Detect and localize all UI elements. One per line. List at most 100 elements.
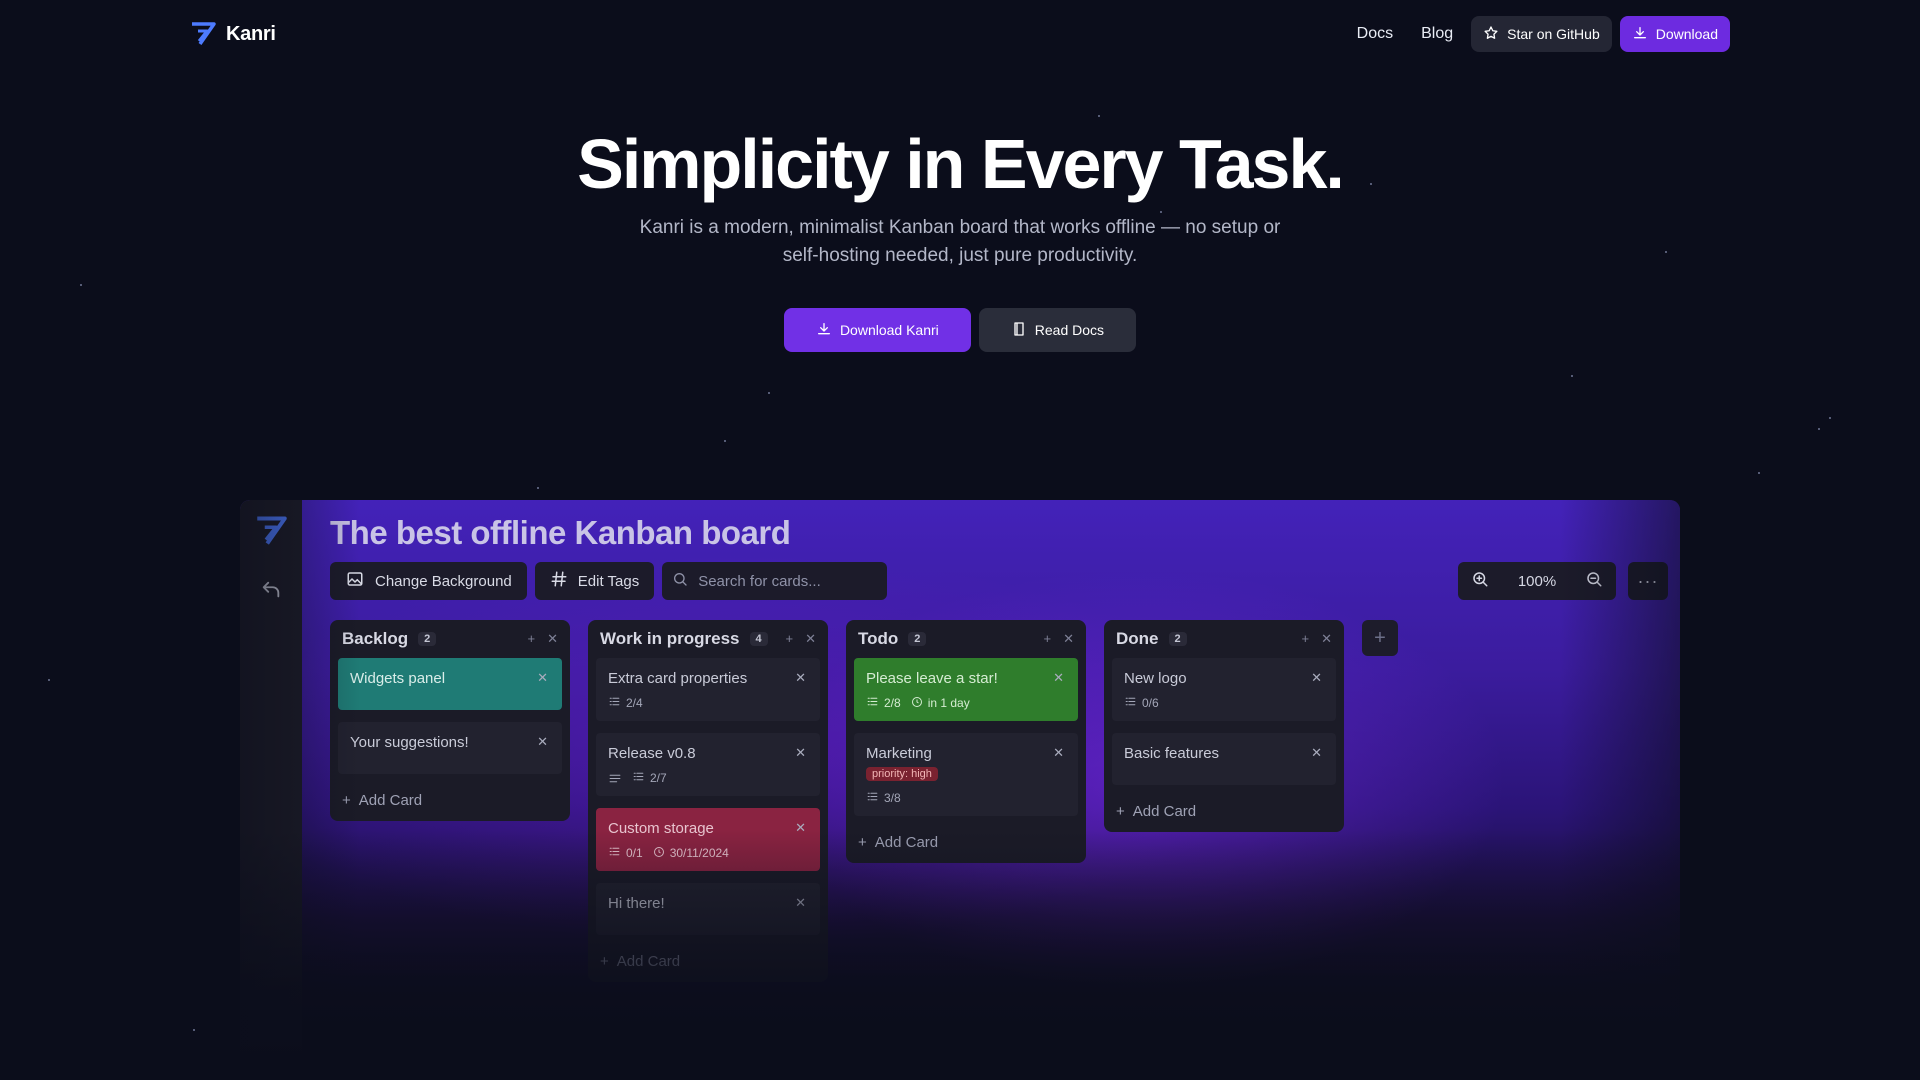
delete-column-icon[interactable]: ✕ [1321,631,1332,647]
kanban-card[interactable]: Basic features ✕ [1112,733,1336,785]
app-sidebar [240,500,302,1060]
checklist-icon [608,695,621,711]
close-icon[interactable]: ✕ [1053,670,1064,686]
star-github-label: Star on GitHub [1507,26,1600,42]
plus-icon: + [858,834,867,851]
close-icon[interactable]: ✕ [1311,670,1322,686]
kanban-card[interactable]: Release v0.8 ✕ 2/7 [596,733,820,796]
book-icon [1011,321,1027,340]
card-title: Extra card properties [608,670,748,687]
kanban-card[interactable]: New logo ✕ 0/6 [1112,658,1336,721]
kanban-card[interactable]: Custom storage ✕ 0/1 30/11/2024 [596,808,820,871]
read-docs-label: Read Docs [1034,322,1105,338]
column-count-badge: 2 [1168,632,1187,646]
star-github-button[interactable]: Star on GitHub [1471,16,1612,52]
zoom-out-button[interactable] [1572,562,1616,600]
edit-tags-button[interactable]: Edit Tags [534,562,655,600]
add-card-button[interactable]: + Add Card [338,786,562,813]
kanri-logo-icon[interactable] [254,516,288,551]
column-count-badge: 2 [418,632,437,646]
close-icon[interactable]: ✕ [537,734,548,750]
add-card-plus-icon[interactable]: + [528,631,536,647]
delete-column-icon[interactable]: ✕ [805,631,816,647]
card-title: Widgets panel [350,670,446,687]
checklist-icon [632,770,645,786]
kanban-card[interactable]: Extra card properties ✕ 2/4 [596,658,820,721]
download-kanri-button[interactable]: Download Kanri [783,308,971,352]
app-preview: The best offline Kanban board Change Bac… [240,500,1680,1060]
read-docs-button[interactable]: Read Docs [978,308,1137,352]
column-backlog: Backlog 2 + ✕ Widgets panel ✕ Your suggestions… [330,620,570,821]
zoom-out-icon [1585,570,1603,593]
card-title: Marketing [866,745,932,762]
card-due-text: in 1 day [927,696,970,710]
card-due-date: in 1 day [911,696,970,711]
board-title[interactable]: The best offline Kanban board [330,514,791,552]
plus-icon: + [600,953,609,970]
add-column-button[interactable]: + [1362,620,1398,656]
nav-link-docs[interactable]: Docs [1347,25,1403,43]
zoom-level: 100% [1517,572,1557,590]
card-tasks-count: 3/8 [884,791,901,805]
card-tasks: 0/6 [1124,695,1159,711]
column-header: Done 2 + ✕ [1112,628,1336,650]
card-tasks: 2/8 [866,695,901,711]
add-card-plus-icon[interactable]: + [786,631,794,647]
column-title[interactable]: Todo [858,629,898,649]
close-icon[interactable]: ✕ [1311,745,1322,761]
back-arrow-icon[interactable] [258,579,284,606]
change-background-button[interactable]: Change Background [330,562,527,600]
hero-section: Simplicity in Every Task. Kanri is a mod… [0,120,1920,352]
close-icon[interactable]: ✕ [795,895,806,911]
add-card-label: Add Card [616,953,681,970]
add-card-button[interactable]: + Add Card [596,947,820,974]
close-icon[interactable]: ✕ [1053,745,1064,761]
column-title[interactable]: Work in progress [600,629,740,649]
close-icon[interactable]: ✕ [795,670,806,686]
close-icon[interactable]: ✕ [795,820,806,836]
card-search [662,562,888,600]
card-title: Please leave a star! [866,670,998,687]
delete-column-icon[interactable]: ✕ [547,631,558,647]
card-tasks-count: 0/6 [1142,696,1159,710]
column-title[interactable]: Done [1116,629,1159,649]
column-header: Backlog 2 + ✕ [338,628,562,650]
card-tasks-count: 2/7 [650,771,667,785]
brand[interactable]: Kanri [190,22,276,46]
add-card-label: Add Card [1132,803,1197,820]
more-options-button[interactable]: ··· [1628,562,1668,600]
column-work-in-progress: Work in progress 4 + ✕ Extra card properties… [588,620,828,982]
kanri-logo-icon [190,22,216,46]
column-title[interactable]: Backlog [342,629,408,649]
add-card-button[interactable]: + Add Card [1112,797,1336,824]
kanban-card[interactable]: Please leave a star! ✕ 2/8 in 1 day [854,658,1078,721]
plus-icon: + [1116,803,1125,820]
kanban-card[interactable]: Marketing ✕ priority: high 3/8 [854,733,1078,816]
card-tasks-count: 2/4 [626,696,643,710]
search-icon [672,571,688,591]
clock-icon [911,696,923,711]
hash-icon [550,570,568,592]
ellipsis-icon: ··· [1637,570,1659,591]
add-card-button[interactable]: + Add Card [854,828,1078,855]
nav-download-button[interactable]: Download [1619,16,1730,52]
column-done: Done 2 + ✕ New logo ✕ 0/6 Basic features ✕ + Add C… [1104,620,1344,832]
add-card-plus-icon[interactable]: + [1302,631,1310,647]
close-icon[interactable]: ✕ [537,670,548,686]
kanban-card[interactable]: Widgets panel ✕ [338,658,562,710]
card-title: Basic features [1124,745,1220,762]
delete-column-icon[interactable]: ✕ [1063,631,1074,647]
close-icon[interactable]: ✕ [795,745,806,761]
kanban-card[interactable]: Your suggestions! ✕ [338,722,562,774]
download-icon [816,321,832,340]
add-card-plus-icon[interactable]: + [1044,631,1052,647]
plus-icon: + [1374,626,1386,649]
add-card-label: Add Card [874,834,939,851]
search-input[interactable] [698,572,879,590]
zoom-in-button[interactable] [1458,562,1502,600]
card-title: Hi there! [608,895,665,912]
checklist-icon [1124,695,1137,711]
image-icon [345,570,365,592]
kanban-card[interactable]: Hi there! ✕ [596,883,820,935]
nav-link-blog[interactable]: Blog [1411,25,1463,43]
